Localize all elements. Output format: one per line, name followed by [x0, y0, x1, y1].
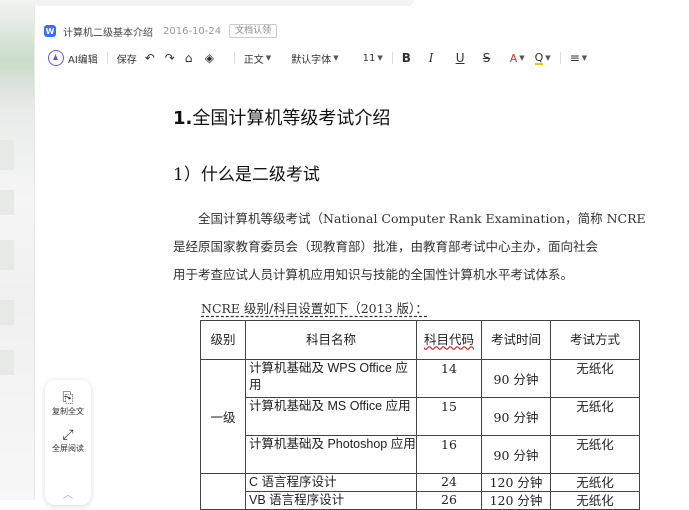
heading-1-number: 1. [173, 108, 193, 129]
italic-button[interactable]: I [429, 51, 449, 65]
paragraph-line: 全国计算机等级考试（National Computer Rank Examina… [173, 211, 645, 226]
code-cell: 26 [416, 491, 482, 510]
level-cell: 一级 [200, 359, 246, 474]
ai-icon [48, 50, 64, 66]
font-family-select[interactable]: 默认字体 ▼ [291, 51, 338, 66]
font-color-button[interactable]: A ▼ [510, 52, 525, 65]
chevron-down-icon: ▼ [581, 54, 588, 62]
subject-cell: C 语言程序设计 [245, 473, 417, 492]
fullscreen-label: 全屏阅读 [52, 444, 84, 453]
chevron-down-icon: ▼ [519, 54, 525, 62]
code-cell: 15 [416, 397, 482, 436]
divider [106, 52, 108, 64]
table-row: C 语言程序设计 24 120 分钟 无纸化 [200, 473, 640, 510]
table-row: 一级 计算机基础及 WPS Office 应用 14 90 分钟 无纸化 [200, 359, 640, 474]
column-header: 科目名称 [245, 320, 417, 360]
expand-icon: ⤢ [62, 427, 74, 443]
chevron-down-icon: ▼ [333, 54, 339, 62]
chevron-down-icon: ▼ [545, 54, 551, 62]
highlight-label: Q [534, 50, 544, 65]
column-header: 级别 [200, 320, 246, 360]
claim-document-button[interactable]: 文档认领 [229, 24, 278, 38]
chevron-up-icon[interactable]: ︿ [45, 486, 91, 501]
time-cell: 120 分钟 [481, 491, 551, 510]
copy-all-button[interactable]: ⎘ 复制全文 [45, 390, 91, 417]
redo-icon[interactable]: ↷ [165, 51, 185, 65]
font-color-label: A [509, 51, 518, 65]
subject-cell: VB 语言程序设计 [245, 491, 417, 510]
table-row: 计算机基础及 MS Office 应用 15 90 分钟 无纸化 [201, 397, 640, 436]
top-bar-edge [34, 0, 414, 6]
ncre-levels-table: 级别 科目名称 科目代码 考试时间 考试方式 一级 计算机基础及 WPS Off… [200, 320, 640, 510]
subject-cell: 计算机基础及 Photoshop 应用 [245, 435, 417, 474]
align-button[interactable]: ≡ ▼ [570, 51, 587, 65]
divider [391, 52, 393, 64]
ai-edit-button[interactable]: AI编辑 [48, 50, 98, 66]
chevron-down-icon: ▼ [377, 54, 383, 62]
fullscreen-read-button[interactable]: ⤢ 全屏阅读 [45, 427, 91, 454]
level-cell [200, 473, 246, 510]
strikethrough-button[interactable]: S [483, 51, 503, 65]
mode-cell: 无纸化 [550, 473, 640, 492]
highlight-button[interactable]: Q ▼ [534, 50, 551, 65]
mode-cell: 无纸化 [550, 491, 640, 510]
code-cell: 16 [416, 435, 482, 474]
heading-1-text: 全国计算机等级考试介绍 [192, 108, 391, 129]
mode-cell: 无纸化 [550, 397, 640, 436]
format-painter-icon[interactable]: ⌂ [185, 51, 205, 65]
code-cell: 24 [416, 473, 482, 492]
bold-button[interactable]: B [402, 51, 422, 65]
font-size-value: 11 [362, 52, 376, 64]
floating-side-panel: ⎘ 复制全文 ⤢ 全屏阅读 ︿ [45, 380, 91, 505]
code-cell: 14 [416, 359, 482, 398]
table-caption: NCRE 级别/科目设置如下（2013 版）： [201, 301, 428, 316]
chevron-down-icon: ▼ [265, 54, 272, 62]
time-cell: 90 分钟 [481, 359, 551, 398]
underline-button[interactable]: U [456, 51, 476, 65]
document-header: W 计算机二级基本介绍 2016-10-24 文档认领 [44, 20, 664, 42]
copy-all-label: 复制全文 [52, 407, 84, 416]
divider [233, 52, 235, 64]
wps-doc-icon: W [44, 25, 56, 37]
font-family-value: 默认字体 [291, 54, 332, 66]
time-cell: 90 分钟 [481, 397, 551, 436]
table-header-row: 级别 科目名称 科目代码 考试时间 考试方式 [200, 320, 640, 360]
left-blurred-strip [0, 0, 35, 500]
column-header: 考试时间 [481, 320, 551, 360]
subject-cell: 计算机基础及 MS Office 应用 [245, 397, 417, 436]
subject-cell: 计算机基础及 WPS Office 应用 [245, 359, 417, 398]
save-button[interactable]: 保存 [117, 51, 137, 66]
eraser-icon[interactable]: ◈ [205, 51, 225, 65]
paragraph-line: 是经原国家教育委员会（现教育部）批准，由教育部考试中心主办，面向社会 [173, 239, 599, 254]
column-header: 科目代码 [416, 320, 482, 360]
column-header: 考试方式 [550, 320, 640, 360]
align-left-icon: ≡ [569, 51, 580, 65]
time-cell: 90 分钟 [481, 435, 551, 474]
undo-icon[interactable]: ↶ [145, 51, 165, 65]
document-date: 2016-10-24 [163, 25, 222, 37]
table-row: VB 语言程序设计 26 120 分钟 无纸化 [201, 491, 640, 510]
copy-icon: ⎘ [62, 390, 74, 406]
heading-2: 1）什么是二级考试 [173, 165, 320, 185]
document-title: 计算机二级基本介绍 [63, 27, 153, 39]
mode-cell: 无纸化 [550, 435, 640, 474]
table-row: 计算机基础及 Photoshop 应用 16 90 分钟 无纸化 [201, 435, 640, 474]
divider [559, 52, 561, 64]
heading-1: 1.全国计算机等级考试介绍 [173, 104, 390, 130]
ai-edit-label: AI编辑 [68, 54, 98, 66]
paragraph-style-select[interactable]: 正文 ▼ [244, 51, 271, 66]
paragraph-line: 用于考查应试人员计算机应用知识与技能的全国性计算机水平考试体系。 [173, 267, 574, 282]
mode-cell: 无纸化 [550, 359, 640, 398]
time-cell: 120 分钟 [481, 473, 551, 492]
editor-toolbar: AI编辑 保存 ↶ ↷ ⌂ ◈ 正文 ▼ 默认字体 ▼ 11 ▼ B I U S… [44, 46, 654, 70]
font-size-select[interactable]: 11 ▼ [363, 53, 383, 64]
paragraph-style-value: 正文 [243, 54, 264, 66]
